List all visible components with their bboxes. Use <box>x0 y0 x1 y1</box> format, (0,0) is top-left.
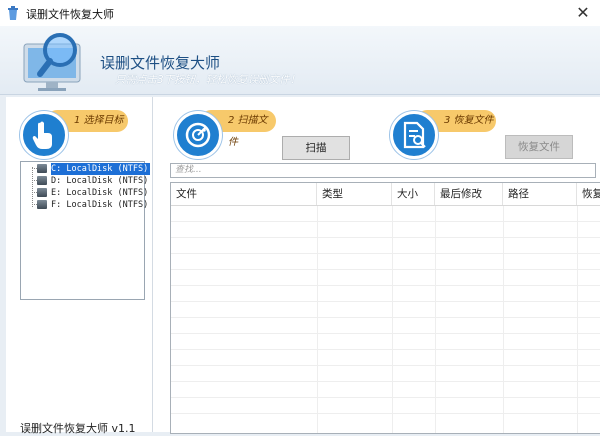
drive-item-d[interactable]: D: LocalDisk (NTFS) <box>51 175 148 187</box>
grid-line <box>171 285 600 286</box>
hard-disk-icon <box>37 200 47 209</box>
restore-button[interactable]: 恢复文件 <box>505 135 573 159</box>
grid-line <box>503 205 504 433</box>
title-bar: 误删文件恢复大师 ✕ <box>0 0 600 27</box>
scan-target-icon <box>185 122 211 148</box>
step-1-badge <box>20 111 68 159</box>
grid-line <box>171 413 600 414</box>
grid-line <box>171 397 600 398</box>
grid-line <box>392 205 393 433</box>
drive-item-e[interactable]: E: LocalDisk (NTFS) <box>51 187 148 199</box>
column-header-recover[interactable]: 恢复 <box>577 183 600 205</box>
step-3-badge <box>390 111 438 159</box>
grid-line <box>171 333 600 334</box>
grid-line <box>171 365 600 366</box>
results-table[interactable]: 文件 类型 大小 最后修改 路径 恢复 <box>170 182 600 434</box>
search-input[interactable]: 查找... <box>170 163 596 178</box>
grid-line <box>171 301 600 302</box>
trash-bin-icon <box>8 6 18 20</box>
hand-pointer-icon <box>32 121 52 149</box>
grid-line <box>171 205 600 206</box>
version-label: 误删文件恢复大师 v1.1 <box>20 422 136 435</box>
window-title: 误删文件恢复大师 <box>26 8 114 21</box>
drive-item-c[interactable]: C: LocalDisk (NTFS) <box>51 163 151 175</box>
grid-line <box>171 349 600 350</box>
header-title: 误删文件恢复大师 <box>100 54 221 72</box>
grid-line <box>171 381 600 382</box>
column-header-modified[interactable]: 最后修改 <box>435 183 503 205</box>
grid-line <box>171 237 600 238</box>
hard-disk-icon <box>37 164 47 173</box>
grid-line <box>171 253 600 254</box>
column-header-size[interactable]: 大小 <box>392 183 435 205</box>
column-header-path[interactable]: 路径 <box>503 183 577 205</box>
drive-item-f[interactable]: F: LocalDisk (NTFS) <box>51 199 148 211</box>
header-subtitle: 只需点击3下按钮，轻松恢复误删文件！ <box>115 74 301 86</box>
grid-line <box>577 205 578 433</box>
grid-line <box>435 205 436 433</box>
document-search-icon <box>403 121 426 149</box>
close-button[interactable]: ✕ <box>566 0 600 26</box>
hard-disk-icon <box>37 188 47 197</box>
monitor-magnifier-icon <box>23 33 81 91</box>
hard-disk-icon <box>37 176 47 185</box>
column-header-type[interactable]: 类型 <box>317 183 392 205</box>
step-2-badge <box>174 111 222 159</box>
column-header-file[interactable]: 文件 <box>171 183 317 205</box>
grid-line <box>171 317 600 318</box>
header-banner: 误删文件恢复大师 只需点击3下按钮，轻松恢复误删文件！ <box>0 26 600 95</box>
tree-connector <box>32 167 33 207</box>
grid-line <box>171 269 600 270</box>
grid-line <box>171 221 600 222</box>
scan-button[interactable]: 扫描 <box>282 136 350 160</box>
grid-line <box>317 205 318 433</box>
drive-tree[interactable]: C: LocalDisk (NTFS) D: LocalDisk (NTFS) … <box>20 161 151 300</box>
